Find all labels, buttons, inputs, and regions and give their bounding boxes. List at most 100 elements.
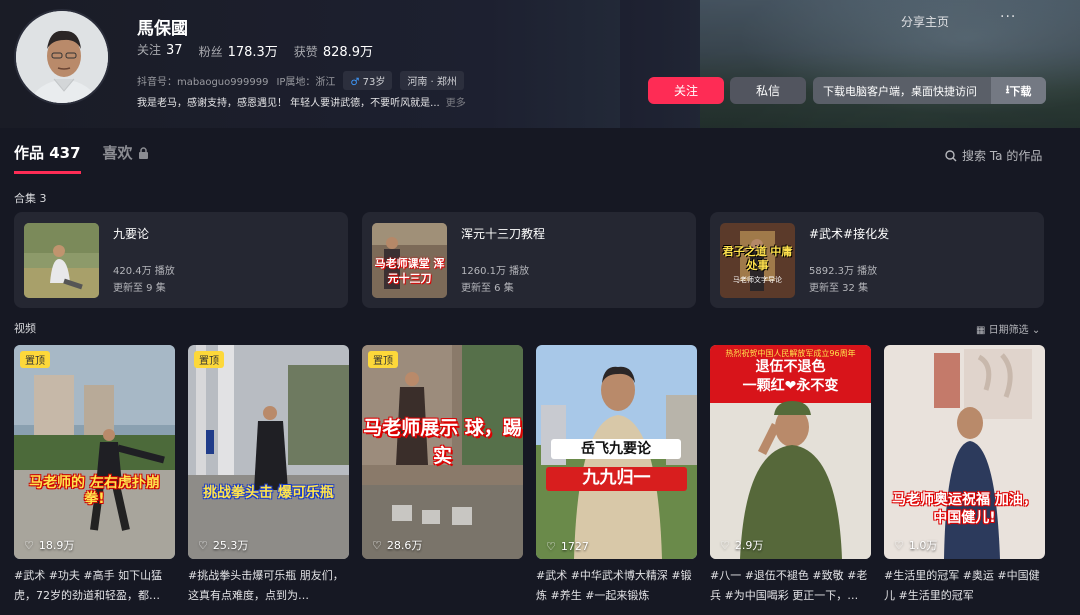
heart-icon: ♡ xyxy=(198,538,208,552)
video-description[interactable]: #武术 #功夫 #高手 如下山猛虎，72岁的劲道和轻盈，都… xyxy=(14,566,179,606)
video-description[interactable]: #八一 #退伍不褪色 #致敬 #老兵 #为中国喝彩 更正一下，… xyxy=(710,566,875,606)
collection-plays: 5892.3万 播放 xyxy=(809,266,878,277)
video-description[interactable]: #生活里的冠军 #奥运 #中国健儿 #生活里的冠军 xyxy=(884,566,1049,606)
tab-likes-label: 喜欢 xyxy=(102,144,133,162)
video-likes-count: 2.9万 xyxy=(734,539,764,552)
male-icon: ♂ xyxy=(350,77,360,88)
date-filter-button[interactable]: ▦ 日期筛选 ⌄ xyxy=(976,321,1040,336)
video-card[interactable]: 岳飞九要论 九九归一 ♡ 1727 xyxy=(536,345,697,559)
video-caption: 马老师的 左右虎扑崩拳! xyxy=(29,475,160,508)
collections-title: 合集 3 xyxy=(14,192,47,205)
collection-title: 浑元十三刀教程 xyxy=(461,227,546,241)
collection-thumbnail: 君子之道 中庸处事 马老师文字导论 xyxy=(720,223,795,298)
age-text: 73岁 xyxy=(362,77,386,88)
video-likes: ♡ 28.6万 xyxy=(372,537,422,553)
video-thumbnail xyxy=(188,345,349,559)
message-button[interactable]: 私信 xyxy=(730,77,806,104)
video-caption-secondary: 九九归一 xyxy=(546,467,687,491)
download-button[interactable]: ⭳ 下载 xyxy=(991,77,1046,104)
pinned-badge: 置顶 xyxy=(368,351,398,368)
likes-label: 获赞 xyxy=(293,45,318,59)
profile-name: 馬保國 xyxy=(137,19,188,39)
likes-count: 828.9万 xyxy=(322,45,374,60)
pinned-badge: 置顶 xyxy=(194,351,224,368)
video-caption: 岳飞九要论 xyxy=(551,439,681,460)
fans-count: 178.3万 xyxy=(227,45,278,60)
video-card[interactable]: 置顶 马老师展示 球，踢实 ♡ 28.6万 xyxy=(362,345,523,559)
profile-tabs: 作品 437 喜欢 xyxy=(14,142,149,174)
heart-icon: ♡ xyxy=(546,540,556,553)
share-profile-button[interactable]: 分享主页 xyxy=(901,13,949,30)
video-likes: ♡ 2.9万 xyxy=(720,537,763,553)
age-badge: ♂ 73岁 xyxy=(343,71,393,90)
video-likes-count: 1727 xyxy=(560,540,589,553)
collection-title: 九要论 xyxy=(113,227,150,241)
video-description[interactable]: #武术 #中华武术博大精深 #锻炼 #养生 #一起来锻炼 xyxy=(536,566,701,606)
search-icon xyxy=(945,149,957,161)
search-works-button[interactable]: 搜索 Ta 的作品 xyxy=(945,147,1042,164)
collection-updated: 更新至 32 集 xyxy=(809,283,869,294)
calendar-icon: ▦ xyxy=(976,325,986,336)
video-caption: 退伍不退色 xyxy=(755,359,826,375)
more-options-icon[interactable]: ··· xyxy=(1000,9,1016,25)
following-count: 37 xyxy=(166,43,183,58)
location-badge: 河南 · 郑州 xyxy=(400,71,464,90)
video-caption-secondary: 一颗红❤永不变 xyxy=(742,378,839,394)
bio-text: 我是老马，感谢支持，感恩遇见！ 年轻人要讲武德，不要听风就是... xyxy=(137,98,440,109)
ip-location: IP属地：浙江 xyxy=(276,77,336,88)
video-description[interactable]: #挑战拳头击爆可乐瓶 朋友们，这真有点难度，点到为… xyxy=(188,566,353,606)
download-client-banner: 下载电脑客户端，桌面快捷访问 ⭳ 下载 xyxy=(813,77,1046,104)
collection-thumbnail xyxy=(24,223,99,298)
date-filter-label: 日期筛选 xyxy=(988,325,1029,336)
collection-thumbnail: 马老师课堂 浑元十三刀 xyxy=(372,223,447,298)
video-thumbnail xyxy=(14,345,175,559)
tab-likes[interactable]: 喜欢 xyxy=(103,142,149,174)
search-works-label: 搜索 Ta 的作品 xyxy=(962,149,1043,163)
avatar[interactable] xyxy=(14,9,110,105)
likes-stat: 获赞 828.9万 xyxy=(294,41,373,60)
download-label: 下载 xyxy=(1009,84,1032,98)
collection-plays: 1260.1万 播放 xyxy=(461,266,530,277)
chevron-down-icon: ⌄ xyxy=(1031,325,1041,336)
collection-card[interactable]: 九要论 420.4万 播放 更新至 9 集 xyxy=(14,212,348,308)
profile-stats: 关注 37 粉丝 178.3万 获赞 828.9万 xyxy=(137,41,373,60)
video-card[interactable]: 置顶 马老师的 左右虎扑崩拳! ♡ 18.9万 xyxy=(14,345,175,559)
profile-meta: 抖音号：mabaoguo999999 IP属地：浙江 ♂ 73岁 河南 · 郑州 xyxy=(137,71,464,90)
video-card[interactable]: 马老师奥运祝福 加油，中国健儿! ♡ 1.0万 xyxy=(884,345,1045,559)
header-background-image xyxy=(700,0,1080,128)
video-caption: 马老师展示 球，踢实 xyxy=(363,417,522,467)
following-label: 关注 xyxy=(137,43,162,57)
collection-card[interactable]: 马老师课堂 浑元十三刀 浑元十三刀教程 1260.1万 播放 更新至 6 集 xyxy=(362,212,696,308)
collection-updated: 更新至 6 集 xyxy=(461,283,514,294)
heart-icon: ♡ xyxy=(372,538,382,552)
video-likes: ♡ 18.9万 xyxy=(24,537,74,553)
collection-title: #武术#接化发 xyxy=(809,227,890,241)
heart-icon: ♡ xyxy=(894,538,904,552)
collection-plays: 420.4万 播放 xyxy=(113,266,175,277)
follow-button[interactable]: 关注 xyxy=(648,77,724,104)
bio-more-link[interactable]: 更多 xyxy=(446,98,466,109)
download-client-text: 下载电脑客户端，桌面快捷访问 xyxy=(823,84,977,98)
fans-label: 粉丝 xyxy=(198,45,223,59)
video-likes-count: 25.3万 xyxy=(212,539,249,552)
video-likes: ♡ 1727 xyxy=(546,540,589,553)
video-caption: 马老师奥运祝福 加油，中国健儿! xyxy=(892,492,1037,527)
collection-card[interactable]: 君子之道 中庸处事 马老师文字导论 #武术#接化发 5892.3万 播放 更新至… xyxy=(710,212,1044,308)
video-likes: ♡ 1.0万 xyxy=(894,537,937,553)
video-card[interactable]: 热烈祝贺中国人民解放军成立96周年 退伍不退色 一颗红❤永不变 ♡ 2.9万 xyxy=(710,345,871,559)
following-stat[interactable]: 关注 37 xyxy=(137,41,183,60)
video-likes: ♡ 25.3万 xyxy=(198,537,248,553)
collection-thumb-caption: 马老师课堂 浑元十三刀 xyxy=(374,257,445,285)
collection-thumb-subtitle: 马老师文字导论 xyxy=(733,276,782,284)
tab-works[interactable]: 作品 437 xyxy=(14,142,81,174)
video-likes-count: 18.9万 xyxy=(38,539,75,552)
video-caption: 挑战拳头击 爆可乐瓶 xyxy=(203,485,334,501)
collection-thumb-caption: 君子之道 中庸处事 xyxy=(722,245,793,272)
fans-stat[interactable]: 粉丝 178.3万 xyxy=(199,41,278,60)
video-banner: 热烈祝贺中国人民解放军成立96周年 xyxy=(725,349,856,358)
collection-updated: 更新至 9 集 xyxy=(113,283,166,294)
video-card[interactable]: 置顶 挑战拳头击 爆可乐瓶 ♡ 25.3万 xyxy=(188,345,349,559)
videos-title: 视频 xyxy=(14,322,36,335)
heart-icon: ♡ xyxy=(24,538,34,552)
heart-icon: ♡ xyxy=(720,538,730,552)
